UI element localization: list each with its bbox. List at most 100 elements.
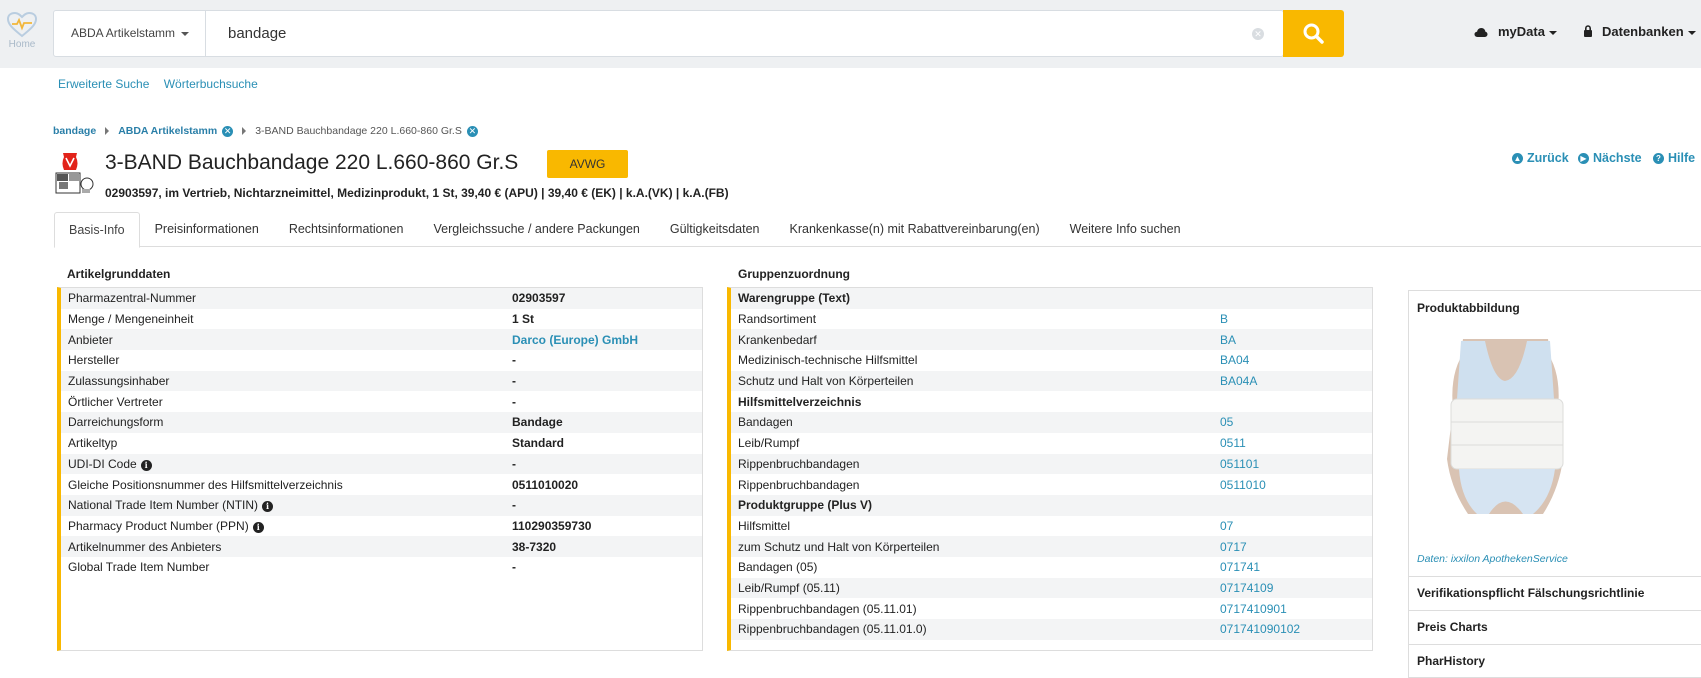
row-label-text: Leib/Rumpf (738, 436, 800, 451)
table-row: Hilfsmittel 07 (731, 516, 1372, 537)
verifikation-panel[interactable]: Verifikationspflicht Fälschungsrichtlini… (1409, 576, 1701, 609)
row-value[interactable]: 071741 (1220, 560, 1260, 574)
chevron-right-icon (105, 127, 110, 135)
row-label-text: Krankenbedarf (738, 332, 817, 347)
row-value[interactable]: 05 (1220, 415, 1233, 429)
row-label: Randsortiment (731, 312, 1220, 326)
database-select[interactable]: ABDA Artikelstamm (54, 11, 206, 56)
preis-charts-panel[interactable]: Preis Charts (1409, 610, 1701, 643)
tab-krankenkassen[interactable]: Krankenkasse(n) mit Rabattvereinbarung(e… (775, 212, 1055, 247)
row-value[interactable]: 071741090102 (1220, 622, 1300, 636)
row-label-text: Artikelnummer des Anbieters (68, 539, 222, 554)
product-image-panel: Produktabbildung Daten: ixxilon Apotheke… (1408, 290, 1701, 678)
tab-vergleichssuche[interactable]: Vergleichssuche / andere Packungen (418, 212, 654, 247)
mydata-menu[interactable]: myData (1474, 24, 1557, 39)
help-label: Hilfe (1668, 151, 1696, 165)
row-value[interactable]: B (1220, 312, 1228, 326)
row-value[interactable]: BA04 (1220, 353, 1249, 367)
row-label: Global Trade Item Number (61, 560, 512, 574)
row-value[interactable]: Darco (Europe) GmbH (512, 333, 638, 347)
row-value: 38-7320 (512, 539, 557, 554)
row-label-text: Warengruppe (Text) (738, 291, 851, 306)
next-link[interactable]: ▶ Nächste (1578, 151, 1642, 165)
row-label: Pharmazentral-Nummer (61, 291, 512, 305)
row-label-text: Örtlicher Vertreter (68, 394, 163, 409)
tab-preisinformationen[interactable]: Preisinformationen (140, 212, 274, 247)
row-label-text: Zulassungsinhaber (68, 374, 170, 389)
tab-rechtsinformationen[interactable]: Rechtsinformationen (274, 212, 419, 247)
table-row: Artikeltyp Standard (61, 433, 702, 454)
home-button[interactable]: Home (0, 8, 44, 60)
row-value[interactable]: BA (1220, 333, 1236, 347)
clear-search-icon[interactable]: ✕ (1252, 28, 1264, 40)
table-row: Warengruppe (Text) (731, 288, 1372, 309)
search-input[interactable] (207, 11, 1227, 56)
row-label: Krankenbedarf (731, 333, 1220, 347)
pharhistory-panel[interactable]: PharHistory (1409, 644, 1701, 677)
table-row: zum Schutz und Halt von Körperteilen 0717 (731, 536, 1372, 557)
breadcrumb-database[interactable]: ABDA Artikelstamm (118, 125, 217, 137)
table-row: Örtlicher Vertreter - (61, 391, 702, 412)
info-icon[interactable]: i (252, 521, 264, 533)
row-value[interactable]: 0511010 (1220, 478, 1266, 492)
row-value: - (512, 353, 516, 368)
row-value: - (512, 394, 516, 409)
tab-bar: Basis-Info Preisinformationen Rechtsinfo… (54, 212, 1701, 248)
artikel-panel: Pharmazentral-Nummer 02903597 Menge / Meng… (57, 287, 703, 651)
extended-search-link[interactable]: Erweiterte Suche (58, 77, 149, 91)
row-label-text: zum Schutz und Halt von Körperteilen (738, 539, 940, 554)
breadcrumb-search[interactable]: bandage (53, 125, 96, 137)
remove-filter-icon[interactable]: ✕ (222, 125, 234, 137)
help-link[interactable]: ? Hilfe (1653, 151, 1695, 165)
row-value[interactable]: 051101 (1220, 457, 1259, 471)
info-icon[interactable]: i (140, 459, 152, 471)
row-label: Hilfsmittel (731, 519, 1220, 533)
table-row: Menge / Mengeneinheit 1 St (61, 309, 702, 330)
table-row: Medizinisch-technische Hilfsmittel BA04 (731, 350, 1372, 371)
cloud-icon (1474, 28, 1488, 37)
row-label-text: UDI-DI Code (68, 456, 137, 471)
search-box: ABDA Artikelstamm ✕ (53, 10, 1284, 57)
row-label-text: Global Trade Item Number (68, 560, 210, 575)
tab-gueltigkeitsdaten[interactable]: Gültigkeitsdaten (655, 212, 775, 247)
chevron-right-icon (242, 127, 247, 135)
row-label: Rippenbruchbandagen (731, 457, 1220, 471)
info-icon[interactable]: i (262, 501, 274, 513)
row-label: Örtlicher Vertreter (61, 395, 512, 409)
row-label: Medizinisch-technische Hilfsmittel (731, 353, 1220, 367)
heart-icon (7, 12, 37, 38)
table-row: Bandagen 05 (731, 412, 1372, 433)
row-value[interactable]: BA04A (1220, 374, 1257, 388)
gruppe-panel: Warengruppe (Text) Randsortiment B Krankenb… (727, 287, 1373, 651)
table-row: Pharmazentral-Nummer 02903597 (61, 288, 702, 309)
back-link[interactable]: ▲ Zurück (1512, 151, 1569, 165)
row-value: 110290359730 (512, 518, 592, 533)
row-label-text: Pharmacy Product Number (PPN) (68, 518, 249, 533)
row-label: Gleiche Positionsnummer des Hilfsmittelv… (61, 478, 512, 492)
product-summary: 02903597, im Vertrieb, Nichtarzneimittel… (105, 186, 729, 200)
remove-filter-icon[interactable]: ✕ (466, 125, 478, 137)
breadcrumb: bandage ABDA Artikelstamm ✕ 3-BAND Bauch… (53, 125, 478, 137)
table-row: Rippenbruchbandagen 051101 (731, 453, 1372, 475)
row-value: - (512, 374, 516, 389)
row-value[interactable]: 07 (1220, 519, 1233, 533)
dictionary-search-link[interactable]: Wörterbuchsuche (164, 77, 258, 91)
row-value[interactable]: 0717 (1220, 540, 1247, 554)
row-label-text: Rippenbruchbandagen (05.11.01.0) (738, 622, 927, 637)
row-value[interactable]: 0717410901 (1220, 602, 1287, 616)
row-label-text: Gleiche Positionsnummer des Hilfsmittelv… (68, 477, 343, 492)
row-label: Schutz und Halt von Körperteilen (731, 374, 1220, 388)
table-row: Leib/Rumpf (05.11) 07174109 (731, 577, 1372, 599)
row-value[interactable]: 07174109 (1220, 581, 1273, 595)
image-source-caption: Daten: ixxilon ApothekenService (1417, 553, 1568, 565)
row-label: zum Schutz und Halt von Körperteilen (731, 540, 1220, 554)
row-label: Produktgruppe (Plus V) (731, 498, 1220, 512)
row-label: Pharmacy Product Number (PPN) i (61, 519, 512, 533)
page-title: 3-BAND Bauchbandage 220 L.660-860 Gr.S (105, 151, 519, 174)
row-value[interactable]: 0511 (1220, 436, 1246, 450)
table-row: Produktgruppe (Plus V) (731, 494, 1372, 516)
datenbanken-menu[interactable]: Datenbanken (1583, 24, 1696, 39)
tab-basis-info[interactable]: Basis-Info (54, 212, 140, 248)
tab-weitere-info[interactable]: Weitere Info suchen (1055, 212, 1196, 247)
search-button[interactable] (1283, 10, 1344, 57)
